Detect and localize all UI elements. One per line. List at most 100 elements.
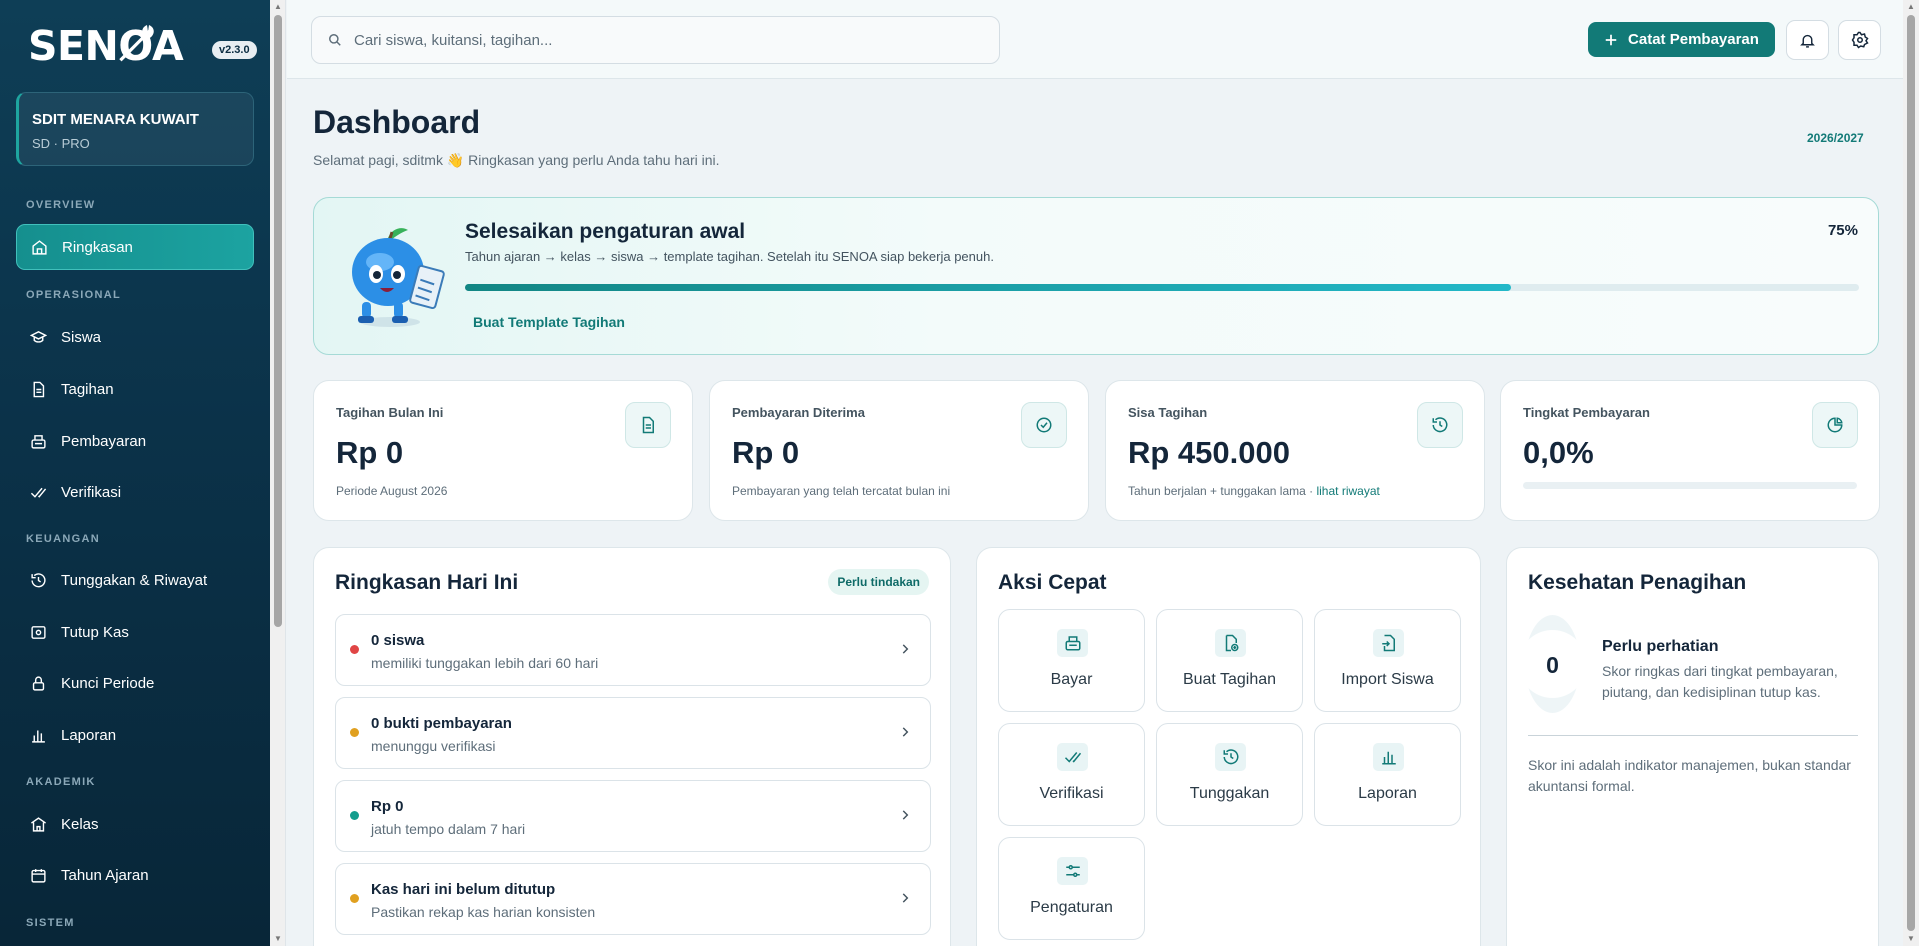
stat-icon-box (1812, 402, 1858, 448)
action-label: Buat Tagihan (1182, 671, 1277, 688)
page-scrollbar[interactable]: ▲ ▼ (1903, 0, 1919, 946)
status-dot (350, 645, 359, 654)
stat-card-tagihan: Tagihan Bulan Ini Rp 0 Periode August 20… (313, 380, 693, 521)
stat-label: Tagihan Bulan Ini (336, 405, 444, 420)
sidebar-item-kelas[interactable]: Kelas (16, 801, 254, 847)
sidebar-item-ringkasan[interactable]: Ringkasan (16, 224, 254, 270)
action-icon-box (1373, 629, 1404, 657)
record-payment-label: Catat Pembayaran (1628, 31, 1759, 48)
action-label: Import Siswa (1341, 671, 1434, 688)
settings-button[interactable] (1838, 20, 1881, 60)
sidebar-item-tunggakan[interactable]: Tunggakan & Riwayat (16, 557, 254, 603)
health-score-gauge: 0 (1525, 615, 1580, 713)
quick-action-laporan[interactable]: Laporan (1314, 723, 1461, 826)
chevron-right-icon (902, 727, 909, 737)
action-label: Laporan (1358, 785, 1417, 802)
sliders-icon (1065, 865, 1080, 877)
stat-value: Rp 450.000 (1128, 435, 1290, 470)
graduation-cap-icon (30, 330, 47, 343)
quick-action-pengaturan[interactable]: Pengaturan (998, 837, 1145, 940)
academic-year[interactable]: 2026/2027 (1807, 131, 1864, 145)
quick-action-verifikasi[interactable]: Verifikasi (998, 723, 1145, 826)
sidebar-item-tutup-kas[interactable]: Tutup Kas (16, 609, 254, 655)
check-circle-icon (1036, 417, 1052, 433)
sidebar-item-laporan[interactable]: Laporan (16, 712, 254, 758)
list-item[interactable]: Kas hari ini belum ditutup Pastikan reka… (335, 863, 931, 935)
stat-value: 0,0% (1523, 435, 1594, 470)
create-bill-template-link[interactable]: Buat Template Tagihan (473, 314, 625, 330)
scroll-up-icon[interactable]: ▲ (1907, 2, 1915, 11)
record-payment-button[interactable]: Catat Pembayaran (1588, 22, 1775, 57)
action-icon-box (1373, 743, 1404, 771)
setup-banner: Selesaikan pengaturan awal Tahun ajaran … (313, 197, 1879, 355)
stat-icon-box (1021, 402, 1067, 448)
section-sistem: SISTEM (26, 917, 75, 929)
list-item[interactable]: 0 siswa memiliki tunggakan lebih dari 60… (335, 614, 931, 686)
stat-value: Rp 0 (336, 435, 404, 470)
search-placeholder: Cari siswa, kuitansi, tagihan... (354, 31, 553, 49)
chevron-right-icon (902, 644, 909, 654)
stat-label: Pembayaran Diterima (732, 405, 865, 420)
scroll-down-icon[interactable]: ▼ (1907, 934, 1915, 943)
sidebar-item-tahun-ajaran[interactable]: Tahun Ajaran (16, 852, 254, 898)
list-item[interactable]: 0 bukti pembayaran menunggu verifikasi (335, 697, 931, 769)
double-check-icon (30, 487, 47, 498)
status-dot (350, 728, 359, 737)
pie-chart-icon (1827, 417, 1843, 433)
action-label: Pengaturan (1030, 899, 1113, 916)
item-title: 0 bukti pembayaran (371, 715, 512, 732)
bar-chart-icon (32, 730, 45, 743)
health-note: Skor ini adalah indikator manajemen, buk… (1528, 757, 1851, 794)
search-icon (329, 34, 341, 46)
sidebar-item-label: Tutup Kas (61, 623, 129, 641)
sidebar-item-tagihan[interactable]: Tagihan (16, 366, 254, 412)
setup-description: Tahun ajaran → kelas → siswa → template … (465, 249, 994, 264)
item-subtitle: menunggu verifikasi (371, 738, 496, 754)
billing-health-card: Kesehatan Penagihan 0 Perlu perhatian Sk… (1506, 547, 1879, 946)
quick-action-tunggakan[interactable]: Tunggakan (1156, 723, 1303, 826)
stat-icon-box (1417, 402, 1463, 448)
lock-icon (32, 675, 45, 691)
sidebar-item-label: Ringkasan (62, 238, 133, 256)
document-icon (33, 381, 45, 397)
school-name: SDIT MENARA KUWAIT (32, 111, 199, 128)
chevron-right-icon (902, 893, 909, 903)
school-switcher[interactable]: SDIT MENARA KUWAIT SD · PRO (16, 92, 254, 166)
sidebar-item-pembayaran[interactable]: Pembayaran (16, 418, 254, 464)
document-icon (642, 416, 654, 434)
sidebar-item-verifikasi[interactable]: Verifikasi (16, 469, 254, 515)
status-dot (350, 811, 359, 820)
sidebar-item-label: Kunci Periode (61, 674, 155, 692)
home-icon (32, 239, 47, 255)
scroll-thumb[interactable] (1907, 15, 1915, 931)
quick-action-bayar[interactable]: Bayar (998, 609, 1145, 712)
health-score: 0 (1546, 652, 1559, 678)
scroll-down-icon[interactable]: ▼ (274, 934, 282, 943)
page-title: Dashboard (313, 104, 481, 140)
stat-footer-text: Tahun berjalan + tunggakan lama · (1128, 484, 1317, 498)
quick-action-buat-tagihan[interactable]: Buat Tagihan (1156, 609, 1303, 712)
search-input[interactable]: Cari siswa, kuitansi, tagihan... (311, 16, 1000, 64)
history-link[interactable]: lihat riwayat (1316, 484, 1379, 498)
item-title: 0 siswa (371, 632, 425, 649)
card-title: Aksi Cepat (998, 571, 1107, 594)
gear-icon (1851, 31, 1869, 49)
notifications-button[interactable] (1786, 20, 1829, 60)
quick-actions-card: Aksi Cepat Bayar Buat Tagihan Import Sis… (976, 547, 1481, 946)
section-akademik: AKADEMIK (26, 776, 96, 788)
quick-action-import-siswa[interactable]: Import Siswa (1314, 609, 1461, 712)
sidebar-item-kunci-periode[interactable]: Kunci Periode (16, 660, 254, 706)
stat-footer: Pembayaran yang telah tercatat bulan ini (732, 484, 951, 498)
setup-progress-bar (465, 284, 1859, 291)
list-item[interactable]: Rp 0 jatuh tempo dalam 7 hari (335, 780, 931, 852)
sidebar-item-label: Laporan (61, 726, 117, 744)
status-dot (350, 894, 359, 903)
scroll-up-icon[interactable]: ▲ (274, 2, 282, 11)
scroll-thumb[interactable] (274, 15, 282, 627)
bar-chart-icon (1381, 751, 1396, 765)
action-icon-box (1215, 743, 1246, 771)
plus-icon (1605, 34, 1617, 45)
sidebar-item-siswa[interactable]: Siswa (16, 314, 254, 360)
register-icon (31, 434, 46, 449)
sidebar-scrollbar[interactable]: ▲ ▼ (270, 0, 286, 946)
